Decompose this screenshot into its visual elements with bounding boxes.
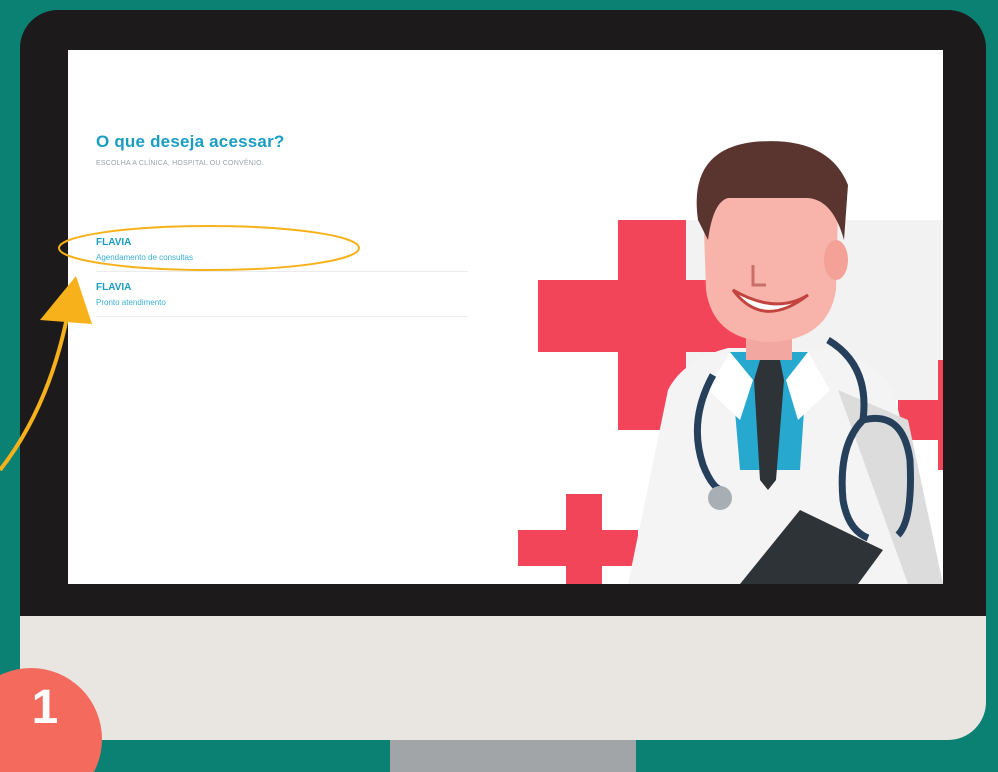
app-screen: O que deseja acessar? ESCOLHA A CLÍNICA,… xyxy=(68,50,943,584)
header-block: O que deseja acessar? ESCOLHA A CLÍNICA,… xyxy=(96,132,476,167)
option-item-pronto-atendimento[interactable]: FLAVIA Pronto atendimento xyxy=(96,281,468,317)
monitor-chin xyxy=(20,616,986,740)
tutorial-graphic: O que deseja acessar? ESCOLHA A CLÍNICA,… xyxy=(0,0,998,772)
option-item-agendamento[interactable]: FLAVIA Agendamento de consultas xyxy=(96,236,468,272)
option-description: Pronto atendimento xyxy=(96,298,166,307)
red-cross-small-icon xyxy=(518,494,638,584)
page-title: O que deseja acessar? xyxy=(96,132,285,151)
step-number: 1 xyxy=(31,681,59,734)
option-name: FLAVIA xyxy=(96,237,132,248)
doctor-illustration xyxy=(518,141,943,584)
option-description: Agendamento de consultas xyxy=(96,253,193,262)
option-name: FLAVIA xyxy=(96,282,132,293)
option-list: FLAVIA Agendamento de consultas FLAVIA P… xyxy=(96,236,468,326)
ear xyxy=(824,240,848,280)
page-subtitle: ESCOLHA A CLÍNICA, HOSPITAL OU CONVÊNIO. xyxy=(96,160,264,167)
monitor-stand xyxy=(390,740,636,772)
stethoscope-chestpiece xyxy=(708,486,732,510)
